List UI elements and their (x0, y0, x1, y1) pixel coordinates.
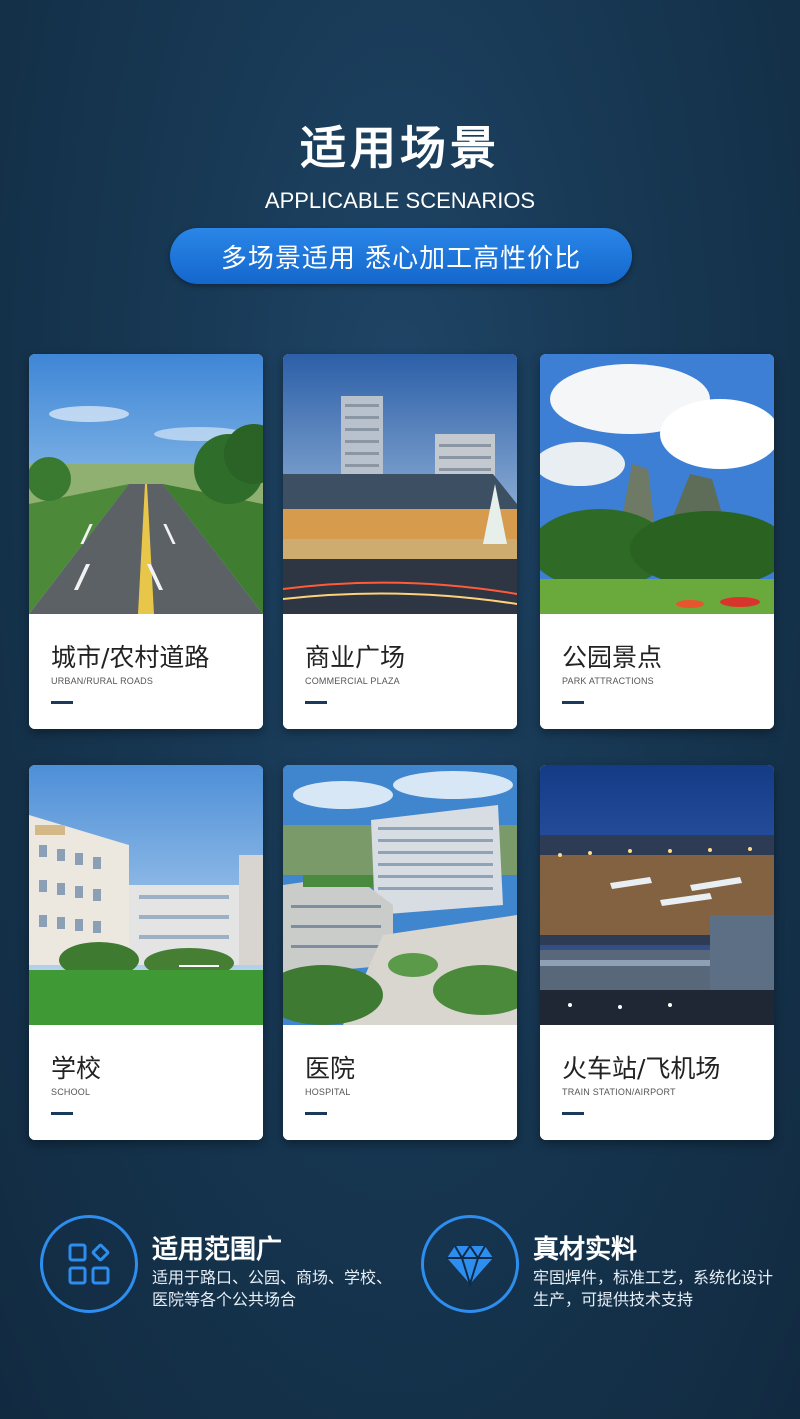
card-subtitle: HOSPITAL (305, 1087, 351, 1097)
card-caption: 公园景点 PARK ATTRACTIONS (540, 614, 774, 729)
card-caption: 学校 SCHOOL (29, 1025, 263, 1140)
airport-photo (540, 765, 774, 1025)
feature-title: 真材实料 (533, 1235, 638, 1265)
hospital-photo (283, 765, 517, 1025)
plaza-photo (283, 354, 517, 614)
card-subtitle: URBAN/RURAL ROADS (51, 676, 154, 686)
page-title: 适用场景 (300, 121, 500, 175)
scenario-card-plaza[interactable]: 商业广场 COMMERCIAL PLAZA (283, 354, 517, 729)
card-caption: 商业广场 COMMERCIAL PLAZA (283, 614, 517, 729)
scenario-card-school[interactable]: 学校 SCHOOL (29, 765, 263, 1140)
card-subtitle: TRAIN STATION/AIRPORT (562, 1087, 676, 1097)
card-caption: 火车站/飞机场 TRAIN STATION/AIRPORT (540, 1025, 774, 1140)
card-title: 公园景点 (562, 643, 663, 672)
feature-title: 适用范围广 (152, 1235, 283, 1265)
page-subtitle: APPLICABLE SCENARIOS (264, 188, 536, 213)
scenario-card-hospital[interactable]: 医院 HOSPITAL (283, 765, 517, 1140)
feature-genuine-materials: 真材实料 牢固焊件，标准工艺，系统化设计生产，可提供技术支持 (421, 1215, 781, 1315)
card-subtitle: SCHOOL (51, 1087, 91, 1097)
card-caption: 城市/农村道路 URBAN/RURAL ROADS (29, 614, 263, 729)
section-header: 适用场景 APPLICABLE SCENARIOS (0, 112, 800, 214)
scenario-card-airport[interactable]: 火车站/飞机场 TRAIN STATION/AIRPORT (540, 765, 774, 1140)
card-caption: 医院 HOSPITAL (283, 1025, 517, 1140)
school-photo (29, 765, 263, 1025)
card-title: 商业广场 (305, 643, 406, 672)
card-dash-divider (51, 701, 73, 704)
card-title: 城市/农村道路 (51, 643, 210, 672)
feature-wide-application: 适用范围广 适用于路口、公园、商场、学校、医院等各个公共场合 (40, 1215, 400, 1315)
card-title: 火车站/飞机场 (562, 1054, 721, 1083)
diamond-icon (447, 1244, 493, 1288)
grid-icon-ring (40, 1215, 138, 1313)
scenario-card-roads[interactable]: 城市/农村道路 URBAN/RURAL ROADS (29, 354, 263, 729)
scenario-card-park[interactable]: 公园景点 PARK ATTRACTIONS (540, 354, 774, 729)
card-title: 医院 (305, 1054, 356, 1083)
feature-description: 适用于路口、公园、商场、学校、医院等各个公共场合 (152, 1268, 393, 1309)
card-subtitle: PARK ATTRACTIONS (562, 676, 654, 686)
card-dash-divider (562, 1112, 584, 1115)
park-photo (540, 354, 774, 614)
card-dash-divider (562, 701, 584, 704)
card-title: 学校 (51, 1054, 102, 1083)
tagline-banner: 多场景适用 悉心加工高性价比 (170, 228, 632, 284)
card-subtitle: COMMERCIAL PLAZA (305, 676, 400, 686)
card-dash-divider (305, 701, 327, 704)
card-dash-divider (51, 1112, 73, 1115)
road-photo (29, 354, 263, 614)
feature-description: 牢固焊件，标准工艺，系统化设计生产，可提供技术支持 (533, 1268, 774, 1309)
diamond-icon-ring (421, 1215, 519, 1313)
grid-icon (68, 1243, 110, 1285)
card-dash-divider (305, 1112, 327, 1115)
